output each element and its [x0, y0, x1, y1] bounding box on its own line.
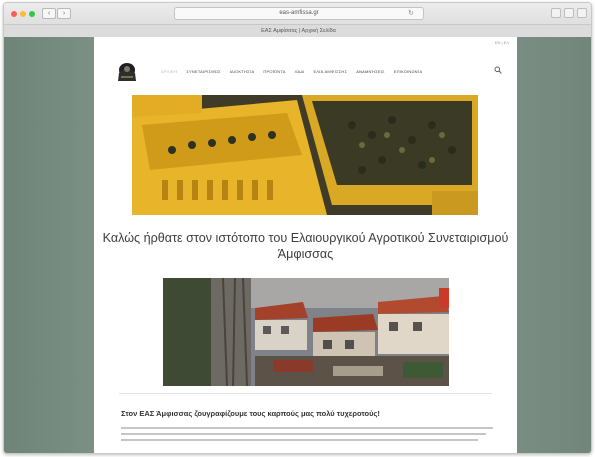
nav-item-oil[interactable]: Λάδι [295, 69, 305, 74]
language-switcher[interactable]: EN | ΕΛ [495, 40, 509, 45]
amfissa-village-image [163, 278, 449, 386]
tabs-icon[interactable] [564, 8, 574, 18]
web-viewport: EN | ΕΛ Αρχική Συνεταιρισμός Ιδιοκτησία … [4, 37, 591, 453]
nav-item-products[interactable]: Προϊόντα [263, 69, 285, 74]
nav-item-ownership[interactable]: Ιδιοκτησία [230, 69, 255, 74]
zoom-window-button[interactable] [29, 11, 35, 17]
section-divider [119, 393, 492, 394]
nav-item-home[interactable]: Αρχική [161, 69, 177, 74]
toolbar-right-buttons [551, 8, 587, 18]
browser-window: ‹ › eas-amfissa.gr ↻ ΕΑΣ Αμφίσσας | Αρχι… [3, 2, 592, 454]
back-button[interactable]: ‹ [42, 8, 56, 19]
forward-button[interactable]: › [57, 8, 71, 19]
cooperative-logo[interactable] [117, 61, 137, 83]
nav-item-contact[interactable]: Επικοινωνία [394, 69, 423, 74]
close-window-button[interactable] [11, 11, 17, 17]
nav-item-memories[interactable]: Αναμνήσεις [356, 69, 385, 74]
search-icon[interactable] [494, 66, 502, 74]
body-text-blurred [121, 427, 493, 445]
browser-toolbar: ‹ › eas-amfissa.gr ↻ ΕΑΣ Αμφίσσας | Αρχι… [4, 3, 591, 37]
main-navigation: Αρχική Συνεταιρισμός Ιδιοκτησία Προϊόντα… [161, 69, 422, 74]
share-icon[interactable] [551, 8, 561, 18]
section-heading: Στον ΕΑΣ Άμφισσας ζουγραφίζουμε τους καρ… [121, 409, 380, 418]
welcome-heading: Καλώς ήρθατε στον ιστότοπο του Ελαιουργι… [102, 231, 509, 261]
nav-item-amfissa-olive[interactable]: Ελιά Αμφίσσης [314, 69, 348, 74]
olive-crates-hero-image [132, 95, 478, 215]
reload-icon[interactable]: ↻ [408, 9, 414, 17]
minimize-window-button[interactable] [20, 11, 26, 17]
address-bar[interactable]: eas-amfissa.gr [174, 7, 424, 20]
nav-item-cooperative[interactable]: Συνεταιρισμός [186, 69, 220, 74]
tab-title[interactable]: ΕΑΣ Αμφίσσας | Αρχική Σελίδα [4, 24, 591, 37]
add-tab-icon[interactable] [577, 8, 587, 18]
site-page: EN | ΕΛ Αρχική Συνεταιρισμός Ιδιοκτησία … [94, 37, 517, 453]
